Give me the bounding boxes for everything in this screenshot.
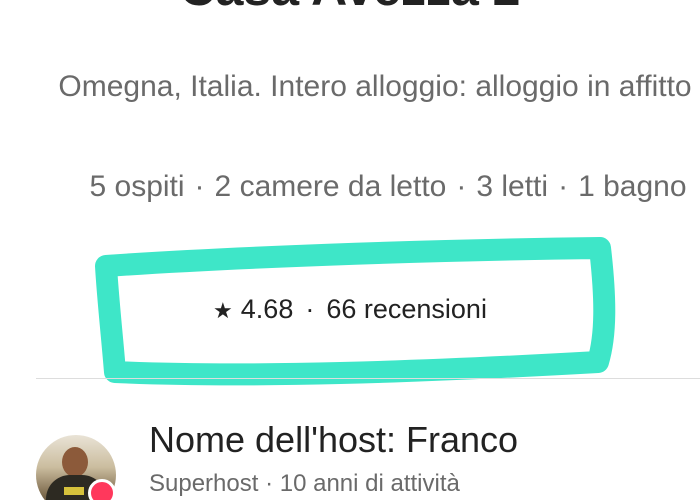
bathrooms-count: 1 bagno (578, 170, 687, 203)
section-divider (36, 378, 700, 379)
listing-details: 5 ospiti · 2 camere da letto · 3 letti · 1 bag… (28, 163, 700, 211)
host-name: Nome dell'host: Franco (149, 419, 519, 460)
detail-separator: · (456, 170, 467, 203)
host-subtitle: Superhost · 10 anni di attività (149, 470, 460, 497)
guests-count: 5 ospiti (89, 170, 185, 203)
beds-count: 3 letti (476, 170, 549, 203)
listing-location-type: Omegna, Italia. Intero alloggio: alloggi… (58, 70, 692, 103)
bedrooms-count: 2 camere da letto (214, 170, 447, 203)
reviews-link[interactable]: 66 recensioni (326, 294, 487, 324)
rating-summary[interactable]: ★ 4.68 · 66 recensioni (0, 290, 700, 330)
host-section[interactable]: Nome dell'host: Franco Superhost · 10 an… (36, 419, 700, 500)
rating-score: 4.68 (240, 294, 294, 324)
rating-separator: · (305, 294, 315, 324)
listing-title: Casa Avezza 2 (0, 0, 700, 18)
detail-separator: · (194, 170, 205, 203)
star-icon: ★ (213, 298, 233, 323)
avatar-head (62, 447, 88, 477)
detail-separator: · (558, 170, 569, 203)
avatar-shirt-print (64, 487, 84, 495)
superhost-badge-icon (88, 479, 116, 500)
